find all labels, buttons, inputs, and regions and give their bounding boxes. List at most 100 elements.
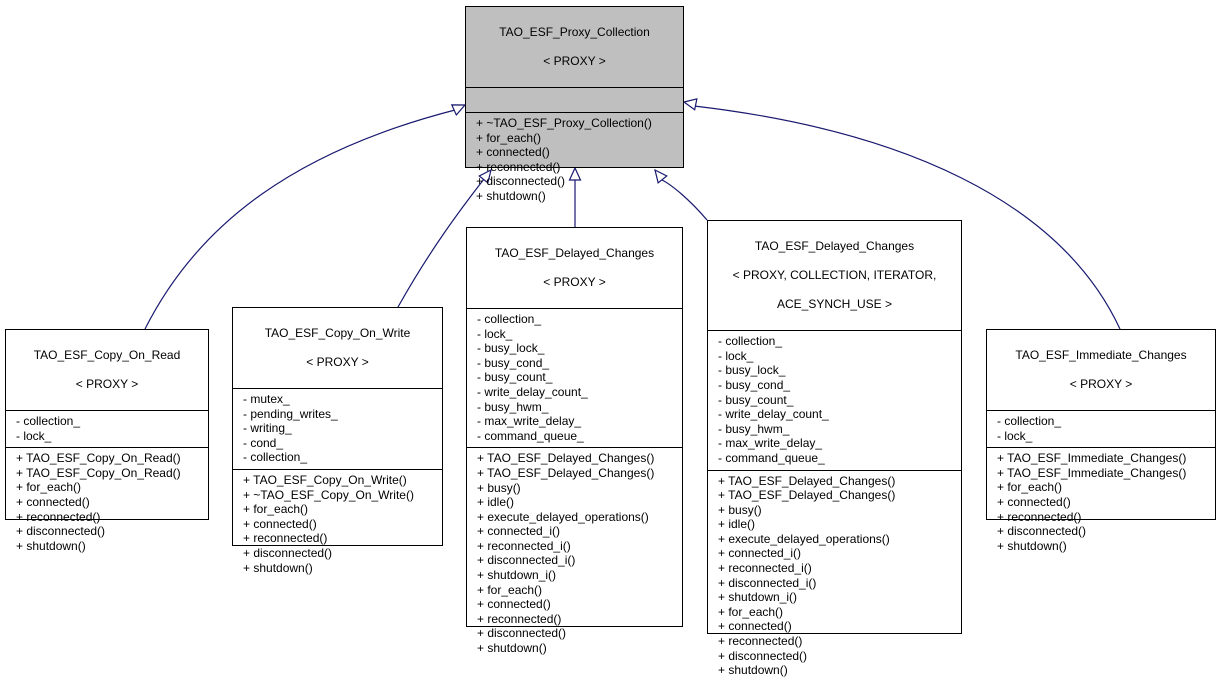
inheritance-arrowhead-icon bbox=[450, 104, 467, 117]
class-title: TAO_ESF_Proxy_Collection < PROXY > bbox=[466, 7, 683, 87]
method-item: + disconnected_i() bbox=[718, 575, 817, 590]
template-params: < PROXY > bbox=[543, 53, 606, 68]
attribute-item: - busy_lock_ bbox=[477, 341, 545, 356]
method-item: + disconnected() bbox=[718, 648, 808, 663]
methods-section: + TAO_ESF_Copy_On_Write() + ~TAO_ESF_Copy… bbox=[233, 468, 442, 579]
method-item: + for_each() bbox=[16, 480, 82, 495]
method-item: + shutdown() bbox=[243, 560, 313, 575]
attribute-item: - write_delay_count_ bbox=[477, 384, 588, 399]
attribute-item: - writing_ bbox=[243, 421, 292, 436]
attribute-item: - cond_ bbox=[243, 435, 284, 450]
methods-section: + TAO_ESF_Copy_On_Read() + TAO_ESF_Copy_O… bbox=[6, 447, 208, 557]
class-title: TAO_ESF_Immediate_Changes < PROXY > bbox=[987, 330, 1215, 410]
method-item: + connected() bbox=[997, 494, 1071, 509]
method-item: + shutdown() bbox=[16, 538, 86, 553]
attribute-item: - busy_cond_ bbox=[477, 355, 550, 370]
attributes-section: - collection_ - lock_ - busy_lock_ - busy_c… bbox=[708, 330, 961, 469]
attribute-item: - collection_ bbox=[718, 334, 783, 349]
method-item: + disconnected_i() bbox=[477, 553, 576, 568]
attribute-item: - lock_ bbox=[477, 326, 513, 341]
method-item: + shutdown_i() bbox=[718, 590, 798, 605]
method-item: + for_each() bbox=[477, 582, 543, 597]
attribute-item: - collection_ bbox=[243, 450, 308, 465]
class-box-immediate-changes[interactable]: TAO_ESF_Immediate_Changes < PROXY > - co… bbox=[986, 329, 1216, 553]
template-params: < PROXY > bbox=[1069, 376, 1133, 391]
method-item: + reconnected() bbox=[243, 531, 328, 546]
attributes-section: - mutex_ - pending_writes_ - writing_ - con… bbox=[233, 387, 442, 469]
method-item: + TAO_ESF_Immediate_Changes() bbox=[997, 451, 1187, 466]
method-item: + busy() bbox=[718, 502, 762, 517]
method-item: + connected() bbox=[16, 494, 90, 509]
method-item: + idle() bbox=[477, 495, 515, 510]
method-item: + connected() bbox=[718, 619, 792, 634]
method-item: + connected() bbox=[476, 145, 550, 160]
inheritance-arrowhead-icon bbox=[682, 98, 698, 111]
attribute-item: - busy_cond_ bbox=[718, 377, 791, 392]
method-item: + busy() bbox=[477, 480, 521, 495]
class-name: TAO_ESF_Copy_On_Read bbox=[33, 347, 181, 362]
method-item: + TAO_ESF_Delayed_Changes() bbox=[718, 488, 896, 503]
attribute-item: - collection_ bbox=[997, 413, 1062, 428]
method-item: + TAO_ESF_Copy_On_Write() bbox=[243, 472, 407, 487]
method-item: + disconnected() bbox=[16, 524, 106, 539]
method-item: + for_each() bbox=[476, 130, 542, 145]
attributes-section: - collection_ - lock_ - busy_lock_ - busy_c… bbox=[467, 307, 682, 447]
attribute-item: - max_write_delay_ bbox=[477, 414, 582, 429]
attributes-section bbox=[466, 86, 683, 112]
class-title: TAO_ESF_Delayed_Changes < PROXY, COLLECT… bbox=[708, 221, 961, 330]
method-item: + shutdown() bbox=[997, 538, 1067, 553]
method-item: + execute_delayed_operations() bbox=[718, 531, 890, 546]
class-box-delayed-changes-full[interactable]: TAO_ESF_Delayed_Changes < PROXY, COLLECT… bbox=[707, 220, 962, 677]
attribute-item: - max_write_delay_ bbox=[718, 436, 823, 451]
method-item: + disconnected() bbox=[476, 174, 566, 189]
method-item: + connected_i() bbox=[718, 546, 802, 561]
method-item: + shutdown_i() bbox=[477, 568, 557, 583]
method-item: + reconnected() bbox=[477, 611, 562, 626]
method-item: + shutdown() bbox=[477, 641, 547, 656]
method-item: + TAO_ESF_Copy_On_Read() bbox=[16, 451, 181, 466]
attribute-item: - write_delay_count_ bbox=[718, 407, 829, 422]
template-params: < PROXY > bbox=[306, 354, 369, 369]
method-item: + TAO_ESF_Copy_On_Read() bbox=[16, 465, 181, 480]
methods-section: + ~TAO_ESF_Proxy_Collection() + for_each(… bbox=[466, 111, 683, 208]
attribute-item: - lock_ bbox=[718, 348, 754, 363]
method-item: + for_each() bbox=[997, 480, 1063, 495]
attributes-section: - collection_ - lock_ bbox=[987, 409, 1215, 447]
method-item: + TAO_ESF_Immediate_Changes() bbox=[997, 465, 1187, 480]
class-box-copy-on-read[interactable]: TAO_ESF_Copy_On_Read < PROXY > - collect… bbox=[5, 329, 209, 553]
methods-section: + TAO_ESF_Immediate_Changes() + TAO_ESF_I… bbox=[987, 447, 1215, 557]
method-item: + for_each() bbox=[718, 604, 784, 619]
class-box-copy-on-write[interactable]: TAO_ESF_Copy_On_Write < PROXY > - mutex_… bbox=[232, 307, 443, 575]
method-item: + reconnected() bbox=[476, 159, 561, 174]
method-item: + ~TAO_ESF_Proxy_Collection() bbox=[476, 115, 652, 130]
class-name: TAO_ESF_Proxy_Collection bbox=[499, 24, 650, 39]
template-params: < PROXY > bbox=[75, 376, 139, 391]
attribute-item: - busy_lock_ bbox=[718, 363, 786, 378]
method-item: + reconnected() bbox=[718, 634, 803, 649]
attribute-item: - pending_writes_ bbox=[243, 406, 338, 421]
class-box-proxy-collection[interactable]: TAO_ESF_Proxy_Collection < PROXY > + ~TA… bbox=[465, 6, 684, 203]
class-box-delayed-changes-proxy[interactable]: TAO_ESF_Delayed_Changes < PROXY > - coll… bbox=[466, 227, 683, 655]
method-item: + execute_delayed_operations() bbox=[477, 509, 649, 524]
method-item: + for_each() bbox=[243, 502, 309, 517]
template-params: < PROXY, COLLECTION, ITERATOR, bbox=[732, 267, 937, 282]
class-name: TAO_ESF_Copy_On_Write bbox=[264, 325, 411, 340]
method-item: + disconnected() bbox=[243, 545, 333, 560]
class-name: TAO_ESF_Immediate_Changes bbox=[1015, 347, 1187, 362]
attribute-item: - busy_hwm_ bbox=[718, 421, 790, 436]
template-params-cont: ACE_SYNCH_USE > bbox=[776, 296, 893, 311]
attribute-item: - command_queue_ bbox=[477, 428, 584, 443]
attributes-section: - collection_ - lock_ bbox=[6, 409, 208, 447]
method-item: + TAO_ESF_Delayed_Changes() bbox=[718, 473, 896, 488]
method-item: + connected() bbox=[477, 597, 551, 612]
attribute-item: - mutex_ bbox=[243, 391, 290, 406]
attribute-item: - collection_ bbox=[16, 413, 81, 428]
attribute-item: - lock_ bbox=[997, 428, 1033, 443]
method-item: + TAO_ESF_Delayed_Changes() bbox=[477, 465, 655, 480]
method-item: + idle() bbox=[718, 517, 756, 532]
methods-section: + TAO_ESF_Delayed_Changes() + TAO_ESF_Del… bbox=[467, 447, 682, 659]
class-name: TAO_ESF_Delayed_Changes bbox=[754, 238, 915, 253]
class-title: TAO_ESF_Copy_On_Write < PROXY > bbox=[233, 308, 442, 388]
methods-section: + TAO_ESF_Delayed_Changes() + TAO_ESF_Del… bbox=[708, 469, 961, 682]
attribute-item: - collection_ bbox=[477, 311, 542, 326]
